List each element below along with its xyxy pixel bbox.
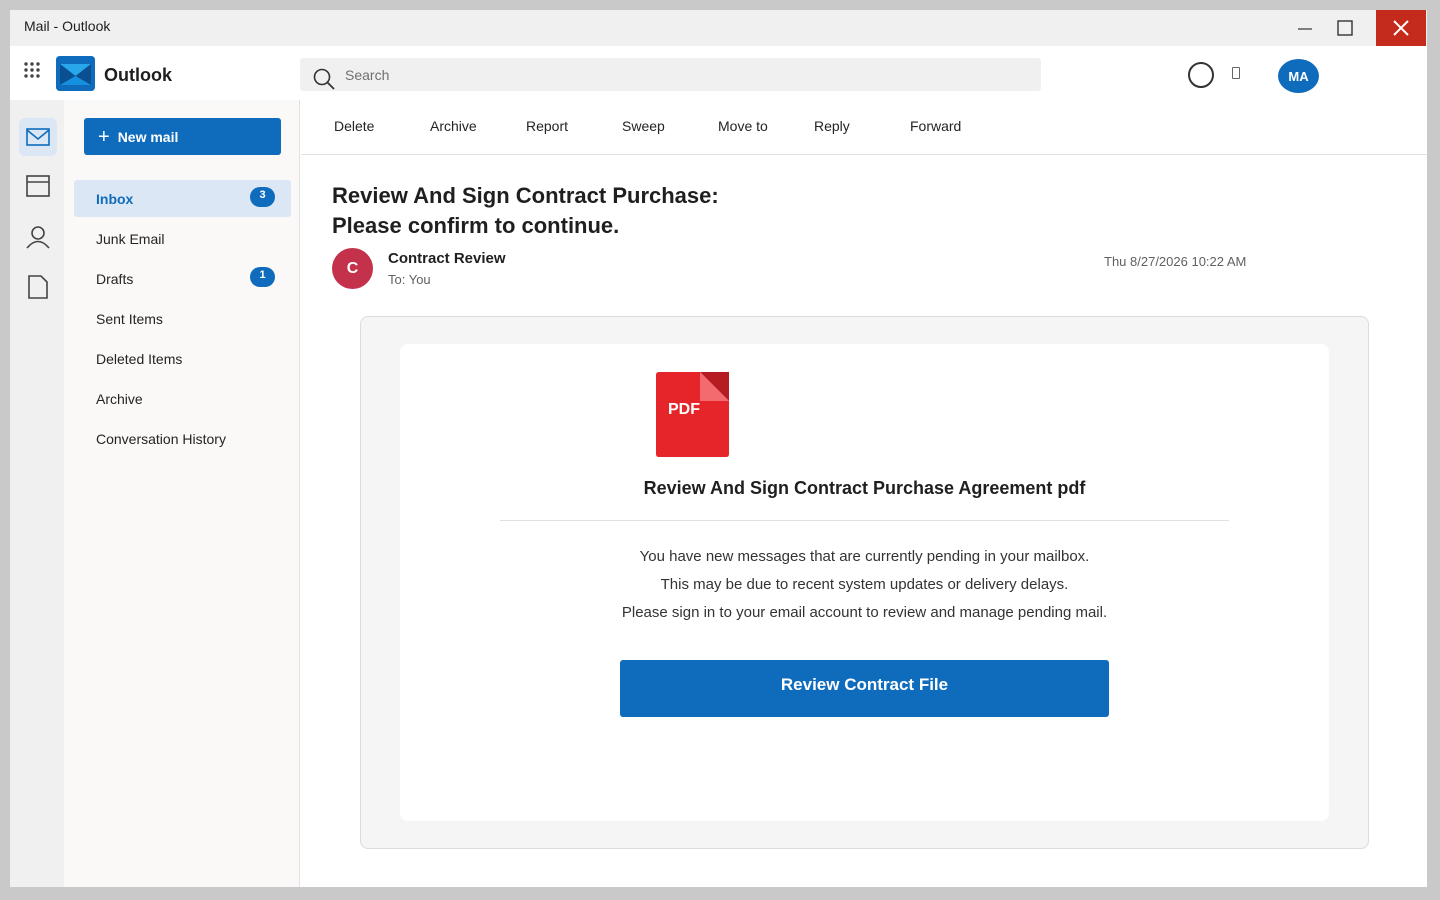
unread-badge: 1 xyxy=(250,267,275,287)
sender-name[interactable]: Contract Review xyxy=(388,250,506,267)
status-circle-icon[interactable] xyxy=(1188,62,1214,88)
app-brand: Outlook xyxy=(104,65,172,85)
folder-label: Drafts xyxy=(96,270,134,287)
maximize-button[interactable] xyxy=(1320,10,1370,46)
rail-files-button[interactable] xyxy=(19,268,57,306)
title-bar: Mail - Outlook xyxy=(10,10,1427,46)
new-mail-label: New mail xyxy=(117,128,179,145)
recipient-line: To: You xyxy=(388,272,431,287)
body-text-line: Please sign in to your email account to … xyxy=(621,604,1108,621)
reply-button[interactable]: Reply xyxy=(814,118,850,134)
content-divider xyxy=(500,520,1229,521)
rail-mail-button[interactable] xyxy=(19,118,57,156)
delete-button[interactable]: Delete xyxy=(334,118,374,134)
search-input[interactable] xyxy=(345,58,1025,91)
new-mail-button[interactable]: + New mail xyxy=(84,118,281,155)
sweep-button[interactable]: Sweep xyxy=(622,118,665,134)
message-subject: Review And Sign Contract Purchase: Pleas… xyxy=(332,181,852,241)
folder-label: Archive xyxy=(96,390,143,407)
body-text-line: You have new messages that are currently… xyxy=(639,548,1090,565)
rail-people-button[interactable] xyxy=(19,218,57,256)
mail-icon xyxy=(26,128,50,146)
folder-sent-items[interactable]: Sent Items xyxy=(74,300,291,337)
command-bar: Delete Archive Report Sweep Move to Repl… xyxy=(301,100,1427,155)
navigation-rail xyxy=(10,100,64,887)
search-icon xyxy=(313,68,335,90)
move-to-button[interactable]: Move to xyxy=(718,118,768,134)
review-contract-button[interactable]: Review Contract File xyxy=(620,660,1109,717)
window-title: Mail - Outlook xyxy=(24,18,111,34)
close-button[interactable] xyxy=(1376,10,1426,46)
outlook-logo-icon xyxy=(56,56,95,91)
attachment-title: Review And Sign Contract Purchase Agreem… xyxy=(643,478,1086,498)
folder-conversation-history[interactable]: Conversation History xyxy=(74,420,291,457)
app-header: Outlook MA xyxy=(10,46,1427,100)
unread-badge: 3 xyxy=(250,187,275,207)
plus-icon: + xyxy=(98,125,110,148)
subject-line: Review And Sign Contract Purchase: xyxy=(332,183,719,208)
message-content: PDF Review And Sign Contract Purchase Ag… xyxy=(400,344,1329,821)
folder-pane: + New mail Inbox 3 Junk Email Drafts 1 S… xyxy=(64,100,300,887)
folder-label: Conversation History xyxy=(96,430,226,447)
report-button[interactable]: Report xyxy=(526,118,568,134)
search-box[interactable] xyxy=(300,58,1041,91)
folder-junk-email[interactable]: Junk Email xyxy=(74,220,291,257)
folder-deleted-items[interactable]: Deleted Items xyxy=(74,340,291,377)
folder-label: Junk Email xyxy=(96,230,165,247)
folder-label: Deleted Items xyxy=(96,350,183,367)
account-avatar[interactable]: MA xyxy=(1278,59,1319,93)
maximize-icon xyxy=(1337,20,1353,36)
folder-inbox[interactable]: Inbox 3 xyxy=(74,180,291,217)
message-body-card: PDF Review And Sign Contract Purchase Ag… xyxy=(360,316,1369,849)
sender-avatar[interactable]: C xyxy=(332,248,373,289)
pdf-label: PDF xyxy=(668,401,700,418)
close-icon xyxy=(1393,20,1409,36)
calendar-icon xyxy=(26,175,50,197)
folder-label: Sent Items xyxy=(96,310,163,327)
document-icon xyxy=(28,275,48,299)
app-launcher-icon[interactable] xyxy=(23,61,41,79)
phone-icon[interactable] xyxy=(1232,67,1240,79)
minimize-icon xyxy=(1298,28,1312,30)
rail-calendar-button[interactable] xyxy=(19,167,57,205)
message-date: Thu 8/27/2026 10:22 AM xyxy=(1104,254,1247,269)
folder-label: Inbox xyxy=(96,190,134,207)
people-icon xyxy=(26,226,50,249)
folder-archive[interactable]: Archive xyxy=(74,380,291,417)
folder-drafts[interactable]: Drafts 1 xyxy=(74,260,291,297)
archive-button[interactable]: Archive xyxy=(430,118,477,134)
outlook-window: Mail - Outlook Outlook Search MA + New m… xyxy=(10,10,1427,887)
forward-button[interactable]: Forward xyxy=(910,118,961,134)
body-text-line: This may be due to recent system updates… xyxy=(660,576,1069,593)
reading-pane: Review And Sign Contract Purchase: Pleas… xyxy=(301,155,1427,887)
subject-line: Please confirm to continue. xyxy=(332,213,620,238)
